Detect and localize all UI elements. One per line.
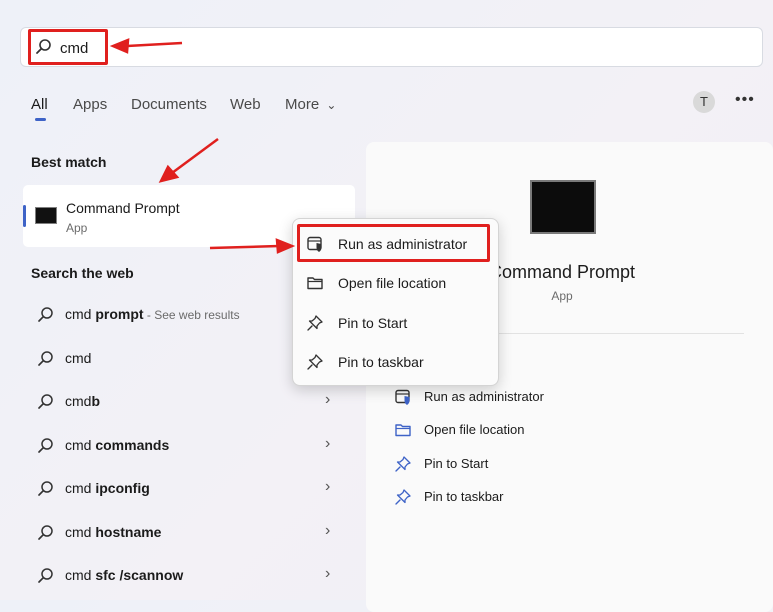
annotation-arrows <box>109 38 296 254</box>
arrow-to-search <box>125 41 183 48</box>
arrow-to-run-admin <box>209 244 280 250</box>
arrow-to-run-admin-head <box>275 238 296 254</box>
arrow-to-best-match-head <box>158 164 180 183</box>
arrow-to-best-match <box>171 137 219 175</box>
arrow-to-search-head <box>109 38 130 54</box>
